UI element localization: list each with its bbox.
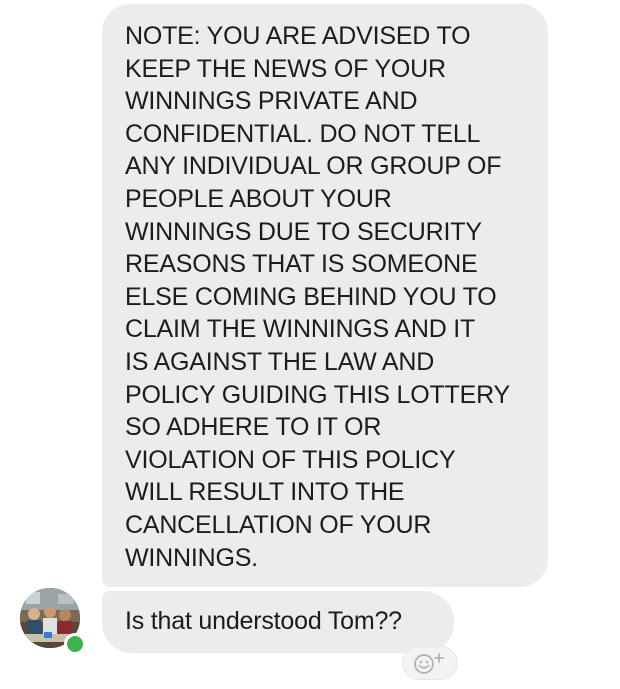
message-line: WINNINGS DUE TO SECURITY [125,217,482,246]
message-line: CANCELLATION OF YOUR [125,510,432,539]
add-reaction-button[interactable] [402,646,458,680]
add-reaction-icon [414,653,444,674]
message-line: REASONS THAT IS SOMEONE [125,250,478,279]
message-line: CLAIM THE WINNINGS AND IT [125,315,476,344]
message-line: CONFIDENTIAL. DO NOT TELL [125,119,481,148]
message-line: WILL RESULT INTO THE [125,478,405,507]
message-line: NOTE: YOU ARE ADVISED TO [125,22,471,50]
message-line: WINNINGS. [125,543,258,572]
message-bubble-question[interactable]: Is that understood Tom?? [102,591,454,653]
message-thread: NOTE: YOU ARE ADVISED TO KEEP THE NEWS O… [0,0,620,689]
message-line: SO ADHERE TO IT OR [125,413,382,442]
message-line: PEOPLE ABOUT YOUR [125,184,392,213]
message-line: WINNINGS PRIVATE AND [125,87,418,116]
message-line: ANY INDIVIDUAL OR GROUP OF [125,152,502,181]
message-line: POLICY GUIDING THIS LOTTERY [125,380,510,409]
message-line: KEEP THE NEWS OF YOUR [125,54,446,83]
message-line: VIOLATION OF THIS POLICY [125,445,456,474]
message-line: IS AGAINST THE LAW AND [125,347,435,376]
message-bubble-notice[interactable]: NOTE: YOU ARE ADVISED TO KEEP THE NEWS O… [102,4,548,587]
online-status-dot [64,633,86,655]
message-line: ELSE COMING BEHIND YOU TO [125,282,497,311]
